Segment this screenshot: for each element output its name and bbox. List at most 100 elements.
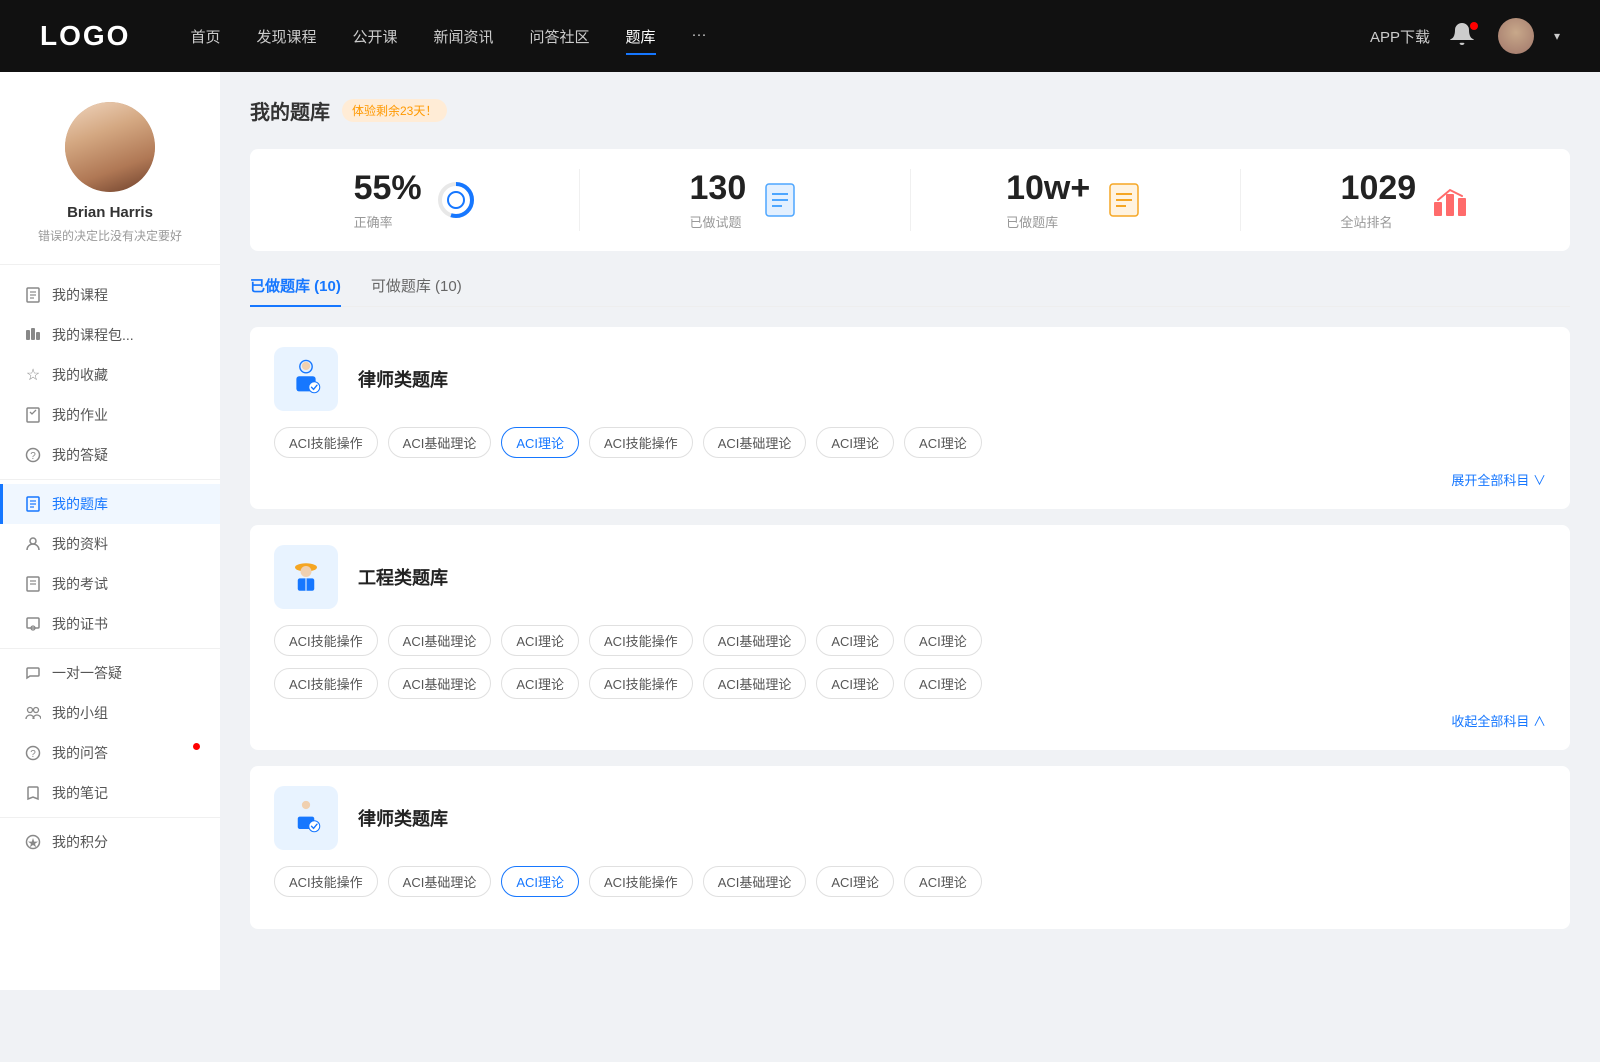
- sidebar-item-favorites[interactable]: ☆ 我的收藏: [0, 355, 220, 395]
- tag-eng-theory-4[interactable]: ACI理论: [501, 668, 579, 699]
- trial-badge: 体验剩余23天！: [342, 99, 447, 122]
- tag-law2-basic-2[interactable]: ACI基础理论: [703, 866, 807, 897]
- done-banks-value: 10w+: [1006, 169, 1090, 208]
- tag-aci-ops-2[interactable]: ACI技能操作: [589, 427, 693, 458]
- qa-icon: ?: [24, 446, 42, 464]
- user-motto: 错误的决定比没有决定要好: [38, 227, 182, 244]
- sidebar-item-group[interactable]: 我的小组: [0, 693, 220, 733]
- tag-aci-ops-1[interactable]: ACI技能操作: [274, 427, 378, 458]
- sidebar-item-group-label: 我的小组: [52, 703, 108, 723]
- tab-done-banks[interactable]: 已做题库 (10): [250, 275, 341, 306]
- sidebar-item-qbank[interactable]: 我的题库: [0, 484, 220, 524]
- qbank-icon: [24, 495, 42, 513]
- sidebar-item-homework[interactable]: 我的作业: [0, 395, 220, 435]
- qbank-card-lawyer-1-title: 律师类题库: [358, 366, 448, 392]
- notification-dot: [1470, 22, 1478, 30]
- tag-eng-ops-2[interactable]: ACI技能操作: [589, 625, 693, 656]
- tag-eng-theory-6[interactable]: ACI理论: [904, 668, 982, 699]
- sidebar-item-courses[interactable]: 我的课程: [0, 275, 220, 315]
- app-download-button[interactable]: APP下载: [1370, 26, 1430, 47]
- tag-eng-theory-1[interactable]: ACI理论: [501, 625, 579, 656]
- svg-text:?: ?: [30, 451, 36, 462]
- sidebar-item-my-questions[interactable]: ? 我的问答: [0, 733, 220, 773]
- svg-text:?: ?: [30, 749, 36, 760]
- tag-eng-ops-1[interactable]: ACI技能操作: [274, 625, 378, 656]
- courses-icon: [24, 286, 42, 304]
- sidebar-item-exam[interactable]: 我的考试: [0, 564, 220, 604]
- nav-item-discover[interactable]: 发现课程: [256, 22, 316, 51]
- avatar-dropdown-icon[interactable]: ▾: [1554, 29, 1560, 43]
- certificate-icon: [24, 615, 42, 633]
- tag-eng-ops-3[interactable]: ACI技能操作: [274, 668, 378, 699]
- nav-item-more[interactable]: ···: [692, 22, 707, 51]
- nav-item-home[interactable]: 首页: [190, 22, 220, 51]
- sidebar-divider-3: [0, 817, 220, 818]
- tag-eng-basic-1[interactable]: ACI基础理论: [388, 625, 492, 656]
- nav-item-qa[interactable]: 问答社区: [530, 22, 590, 51]
- tab-available-banks[interactable]: 可做题库 (10): [371, 275, 462, 306]
- tabs: 已做题库 (10) 可做题库 (10): [250, 275, 1570, 307]
- tag-aci-basic-2[interactable]: ACI基础理论: [703, 427, 807, 458]
- sidebar-item-certificate-label: 我的证书: [52, 614, 108, 634]
- done-questions-icon: [760, 180, 800, 220]
- course-packages-icon: [24, 326, 42, 344]
- nav-item-news[interactable]: 新闻资讯: [434, 22, 494, 51]
- tag-aci-theory-2[interactable]: ACI理论: [816, 427, 894, 458]
- tag-eng-theory-5[interactable]: ACI理论: [816, 668, 894, 699]
- homework-icon: [24, 406, 42, 424]
- sidebar-item-points[interactable]: 我的积分: [0, 822, 220, 862]
- nav-item-qbank[interactable]: 题库: [626, 22, 656, 51]
- sidebar-item-one-on-one-label: 一对一答疑: [52, 663, 122, 683]
- qbank-card-lawyer-2-tags: ACI技能操作 ACI基础理论 ACI理论 ACI技能操作 ACI基础理论 AC…: [274, 866, 1546, 897]
- qbank-card-lawyer-2-title: 律师类题库: [358, 805, 448, 831]
- tag-eng-theory-3[interactable]: ACI理论: [904, 625, 982, 656]
- page-title: 我的题库: [250, 96, 330, 125]
- sidebar-item-course-packages[interactable]: 我的课程包...: [0, 315, 220, 355]
- sidebar-item-certificate[interactable]: 我的证书: [0, 604, 220, 644]
- user-avatar[interactable]: [1498, 18, 1534, 54]
- accuracy-value: 55%: [354, 169, 422, 208]
- tag-law2-basic-1[interactable]: ACI基础理论: [388, 866, 492, 897]
- qbank-card-engineer-title: 工程类题库: [358, 564, 448, 590]
- nav-item-open[interactable]: 公开课: [352, 22, 397, 51]
- tag-eng-basic-3[interactable]: ACI基础理论: [388, 668, 492, 699]
- engineer-icon-wrap: [274, 545, 338, 609]
- points-icon: [24, 833, 42, 851]
- tag-law2-theory-3[interactable]: ACI理论: [904, 866, 982, 897]
- sidebar-item-notes-label: 我的笔记: [52, 783, 108, 803]
- sidebar-item-one-on-one[interactable]: 一对一答疑: [0, 653, 220, 693]
- favorites-icon: ☆: [24, 366, 42, 384]
- tag-eng-basic-2[interactable]: ACI基础理论: [703, 625, 807, 656]
- engineer-figure-icon: [284, 555, 328, 599]
- navbar-logo: LOGO: [40, 20, 130, 52]
- tag-eng-theory-2[interactable]: ACI理论: [816, 625, 894, 656]
- tag-aci-theory-3[interactable]: ACI理论: [904, 427, 982, 458]
- sidebar-item-qa-mine[interactable]: ? 我的答疑: [0, 435, 220, 475]
- sidebar-item-exam-label: 我的考试: [52, 574, 108, 594]
- sidebar-item-profile[interactable]: 我的资料: [0, 524, 220, 564]
- sidebar-menu: 我的课程 我的课程包... ☆ 我的收藏 我的作业 ?: [0, 265, 220, 872]
- stat-ranking: 1029 全站排名: [1241, 169, 1570, 231]
- tag-aci-theory-1[interactable]: ACI理论: [501, 427, 579, 458]
- sidebar: Brian Harris 错误的决定比没有决定要好 我的课程 我的课程包... …: [0, 72, 220, 990]
- lawyer-figure-icon: [284, 357, 328, 401]
- tag-law2-theory-1[interactable]: ACI理论: [501, 866, 579, 897]
- sidebar-divider-1: [0, 479, 220, 480]
- ranking-label: 全站排名: [1341, 212, 1417, 231]
- tag-law2-ops-2[interactable]: ACI技能操作: [589, 866, 693, 897]
- tag-law2-ops-1[interactable]: ACI技能操作: [274, 866, 378, 897]
- expand-button-lawyer-1[interactable]: 展开全部科目: [1451, 470, 1546, 489]
- sidebar-item-notes[interactable]: 我的笔记: [0, 773, 220, 813]
- navbar: LOGO 首页 发现课程 公开课 新闻资讯 问答社区 题库 ··· APP下载 …: [0, 0, 1600, 72]
- tag-law2-theory-2[interactable]: ACI理论: [816, 866, 894, 897]
- lawyer-figure-icon-2: [284, 796, 328, 840]
- collapse-button-engineer[interactable]: 收起全部科目: [1451, 711, 1546, 730]
- tag-aci-basic-1[interactable]: ACI基础理论: [388, 427, 492, 458]
- qbank-card-lawyer-1: 律师类题库 ACI技能操作 ACI基础理论 ACI理论 ACI技能操作 ACI基…: [250, 327, 1570, 509]
- ranking-wrap: 1029 全站排名: [1341, 169, 1417, 231]
- qbank-card-engineer-header: 工程类题库: [274, 545, 1546, 609]
- accuracy-value-wrap: 55% 正确率: [354, 169, 422, 231]
- notification-bell[interactable]: [1450, 22, 1478, 50]
- tag-eng-basic-4[interactable]: ACI基础理论: [703, 668, 807, 699]
- tag-eng-ops-4[interactable]: ACI技能操作: [589, 668, 693, 699]
